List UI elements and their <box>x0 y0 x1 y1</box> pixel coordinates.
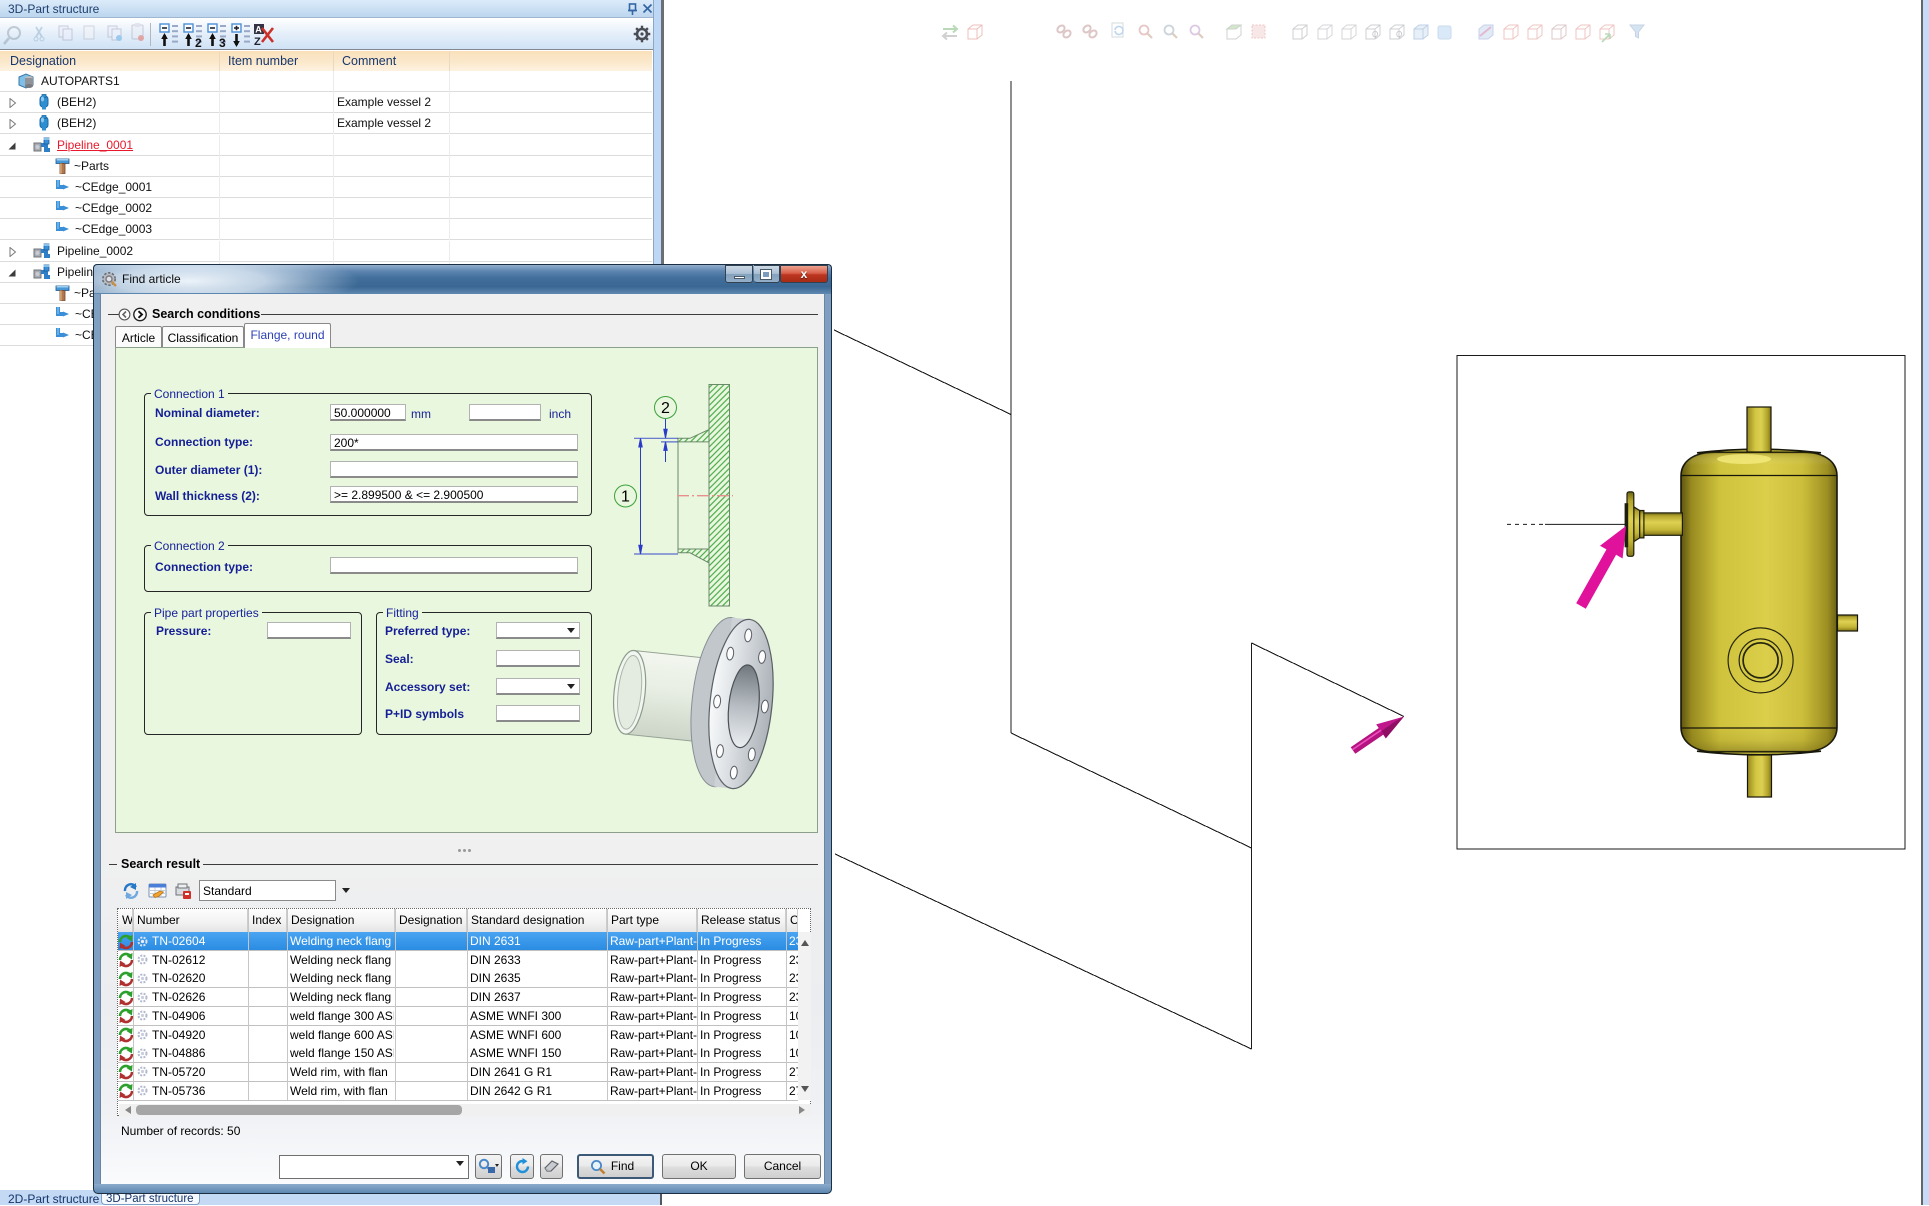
svg-text:Q: Q <box>1396 30 1402 39</box>
svg-text:1: 1 <box>621 489 630 506</box>
svg-text:A: A <box>255 25 262 35</box>
svg-text:Q: Q <box>1372 30 1378 39</box>
svg-text:2: 2 <box>195 36 202 50</box>
svg-text:2: 2 <box>661 400 670 417</box>
svg-text:3: 3 <box>219 36 226 50</box>
svg-text:Z: Z <box>254 36 261 48</box>
